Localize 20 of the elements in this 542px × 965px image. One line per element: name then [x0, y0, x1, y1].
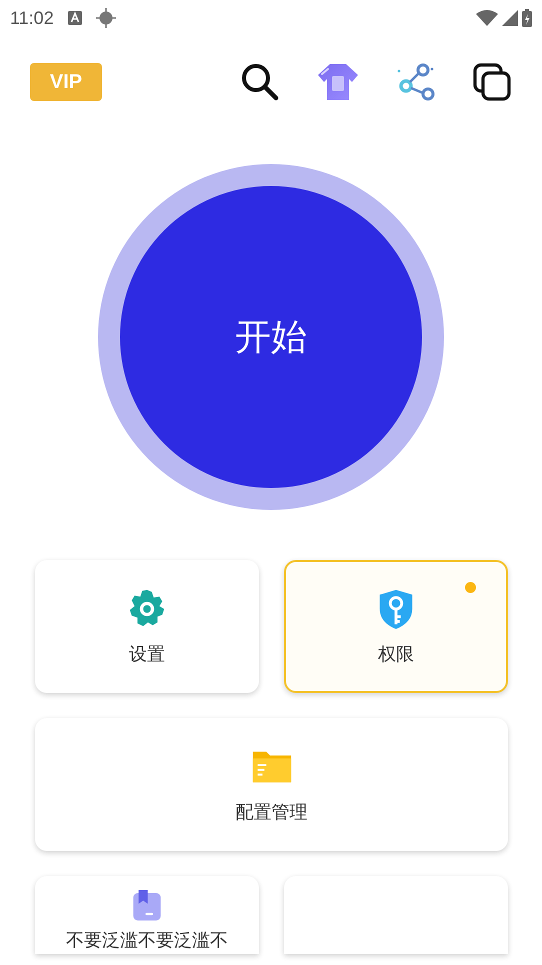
crosshair-icon — [96, 8, 116, 28]
battery-icon — [522, 9, 532, 27]
tile-card[interactable] — [284, 876, 508, 954]
copy-icon[interactable] — [472, 62, 512, 102]
tile-label: 配置管理 — [236, 800, 308, 824]
tile-card[interactable]: 设置 — [35, 560, 259, 693]
notification-icon — [68, 11, 82, 25]
tile-card[interactable]: 配置管理 — [35, 718, 508, 851]
tile-label: 设置 — [129, 642, 165, 666]
tile-card[interactable]: 不要泛滥不要泛滥不 — [35, 876, 259, 954]
tile-label: 不要泛滥不要泛滥不 — [66, 929, 228, 952]
status-time: 11:02 — [10, 8, 54, 28]
signal-icon — [502, 10, 518, 26]
search-icon[interactable] — [240, 62, 280, 102]
share-icon[interactable] — [396, 62, 436, 102]
t-shirt-icon[interactable] — [316, 62, 360, 102]
wifi-icon — [476, 10, 498, 26]
tile-label: 权限 — [378, 642, 414, 666]
start-button[interactable]: 开始 — [120, 186, 422, 488]
tile-card[interactable]: 权限 — [284, 560, 508, 693]
